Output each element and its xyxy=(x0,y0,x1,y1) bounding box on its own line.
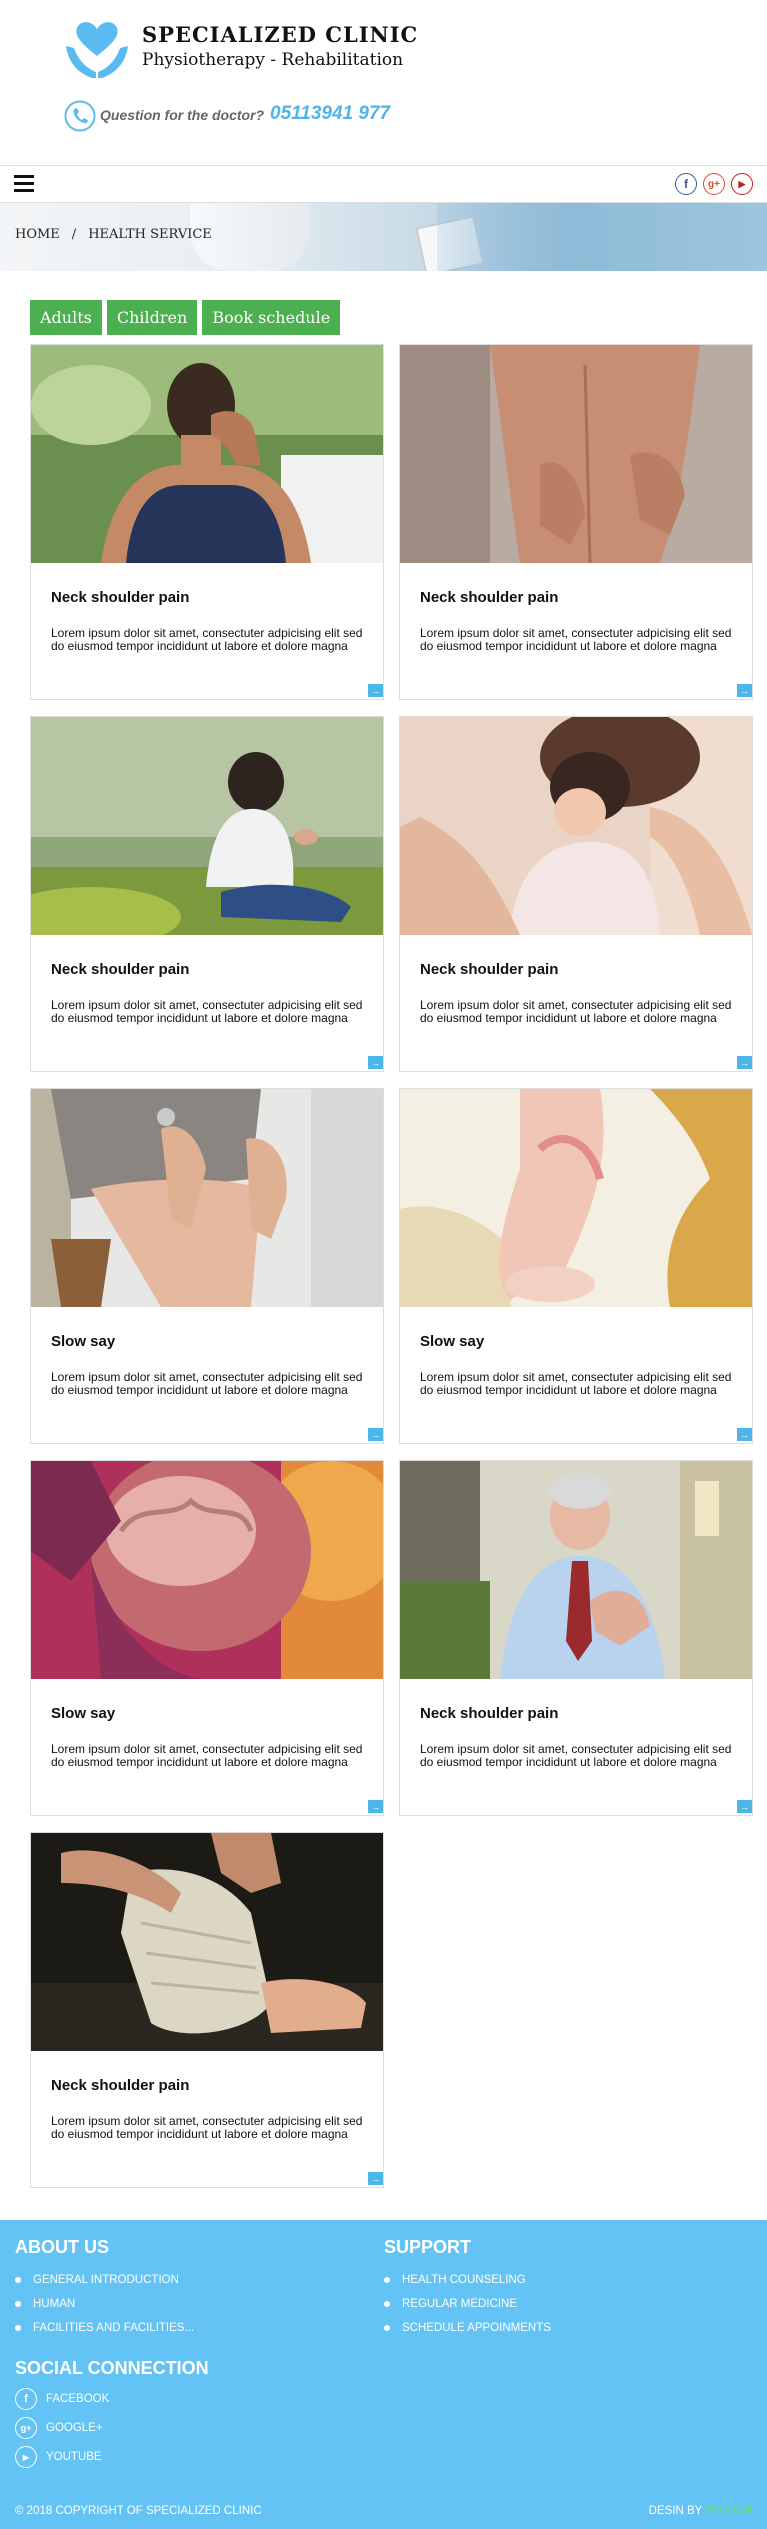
facebook-icon: f xyxy=(15,2388,37,2410)
designer-prefix: DESIN BY xyxy=(648,2505,703,2517)
phone-number[interactable]: 05113941 977 xyxy=(270,103,390,125)
footer-link[interactable]: GENERAL INTRODUCTION xyxy=(15,2272,194,2296)
service-card[interactable]: Neck shoulder pain Lorem ipsum dolor sit… xyxy=(399,716,753,1072)
designer-credit: DESIN BY DD.COM xyxy=(649,2505,752,2517)
footer-link[interactable]: REGULAR MEDICINE xyxy=(384,2296,551,2320)
card-text: Lorem ipsum dolor sit amet, consectuter … xyxy=(51,1370,363,1397)
card-title: Neck shoulder pain xyxy=(420,589,559,606)
about-links: GENERAL INTRODUCTION HUMAN FACILITIES AN… xyxy=(15,2272,194,2344)
facebook-icon[interactable]: f xyxy=(675,173,697,195)
heart-hands-icon[interactable] xyxy=(62,16,132,86)
site-header: SPECIALIZED CLINIC Physiotherapy - Rehab… xyxy=(0,0,767,165)
card-text: Lorem ipsum dolor sit amet, consectuter … xyxy=(51,1742,363,1769)
social-label: FACEBOOK xyxy=(46,2393,110,2405)
site-footer: ABOUT US GENERAL INTRODUCTION HUMAN FACI… xyxy=(0,2220,767,2529)
card-title: Neck shoulder pain xyxy=(51,2077,190,2094)
copyright-text: © 2018 COPYRIGHT OF SPECIALIZED CLINIC xyxy=(15,2505,262,2517)
question-text: Question for the doctor? xyxy=(100,107,265,123)
social-title: SOCIAL CONNECTION xyxy=(15,2358,209,2378)
header-social-links: f g+ ▶ xyxy=(675,173,753,195)
card-title: Neck shoulder pain xyxy=(420,961,559,978)
footer-link[interactable]: FACILITIES AND FACILITIES... xyxy=(15,2320,194,2344)
foot-high-heel-image xyxy=(400,1089,752,1307)
about-title: ABOUT US xyxy=(15,2237,109,2257)
brain-headache-image xyxy=(31,1461,383,1679)
card-text: Lorem ipsum dolor sit amet, consectuter … xyxy=(420,1370,732,1397)
card-text: Lorem ipsum dolor sit amet, consectuter … xyxy=(51,626,363,653)
breadcrumb-home[interactable]: HOME xyxy=(15,227,60,242)
social-label: GOOGLE+ xyxy=(46,2422,103,2434)
navbar: f g+ ▶ xyxy=(0,165,767,203)
tab-adults[interactable]: Adults xyxy=(30,300,102,335)
arrow-right-icon[interactable]: → xyxy=(368,684,383,697)
card-text: Lorem ipsum dolor sit amet, consectuter … xyxy=(51,998,363,1025)
phone-icon xyxy=(64,100,96,132)
footer-youtube-link[interactable]: ▶ YOUTUBE xyxy=(15,2446,102,2468)
footer-google-link[interactable]: g+ GOOGLE+ xyxy=(15,2417,103,2439)
card-title: Slow say xyxy=(420,1333,485,1350)
arrow-right-icon[interactable]: → xyxy=(368,1800,383,1813)
footer-link[interactable]: HEALTH COUNSELING xyxy=(384,2272,551,2296)
mother-hugging-child-image xyxy=(400,717,752,935)
card-text: Lorem ipsum dolor sit amet, consectuter … xyxy=(420,1742,732,1769)
arrow-right-icon[interactable]: → xyxy=(737,1800,752,1813)
service-card[interactable]: Neck shoulder pain Lorem ipsum dolor sit… xyxy=(399,344,753,700)
arrow-right-icon[interactable]: → xyxy=(368,2172,383,2185)
woman-neck-pain-image xyxy=(31,345,383,563)
brand-title[interactable]: SPECIALIZED CLINIC xyxy=(142,22,418,47)
card-text: Lorem ipsum dolor sit amet, consectuter … xyxy=(420,626,732,653)
arrow-right-icon[interactable]: → xyxy=(737,1428,752,1441)
breadcrumb-current: HEALTH SERVICE xyxy=(88,227,212,242)
arrow-right-icon[interactable]: → xyxy=(368,1428,383,1441)
service-card[interactable]: Slow say Lorem ipsum dolor sit amet, con… xyxy=(399,1088,753,1444)
card-title: Neck shoulder pain xyxy=(420,1705,559,1722)
youtube-icon[interactable]: ▶ xyxy=(731,173,753,195)
designer-brand[interactable]: DD.COM xyxy=(705,2505,752,2517)
brand-subtitle: Physiotherapy - Rehabilitation xyxy=(142,50,404,70)
arrow-right-icon[interactable]: → xyxy=(368,1056,383,1069)
card-title: Neck shoulder pain xyxy=(51,961,190,978)
card-title: Slow say xyxy=(51,1705,116,1722)
google-plus-icon[interactable]: g+ xyxy=(703,173,725,195)
support-title: SUPPORT xyxy=(384,2237,472,2257)
breadcrumb-separator: / xyxy=(71,227,77,242)
card-title: Neck shoulder pain xyxy=(51,589,190,606)
tab-children[interactable]: Children xyxy=(106,300,198,335)
footer-link[interactable]: SCHEDULE APPOINMENTS xyxy=(384,2320,551,2344)
service-tabs: Adults Children Book schedule xyxy=(30,300,341,335)
service-card[interactable]: Neck shoulder pain Lorem ipsum dolor sit… xyxy=(399,1460,753,1816)
breadcrumb: HOME / HEALTH SERVICE xyxy=(15,227,212,242)
bandaged-foot-image xyxy=(31,1833,383,2051)
support-links: HEALTH COUNSELING REGULAR MEDICINE SCHED… xyxy=(384,2272,551,2344)
card-text: Lorem ipsum dolor sit amet, consectuter … xyxy=(51,2114,363,2141)
service-card[interactable]: Slow say Lorem ipsum dolor sit amet, con… xyxy=(30,1460,384,1816)
service-card[interactable]: Neck shoulder pain Lorem ipsum dolor sit… xyxy=(30,716,384,1072)
service-card[interactable]: Neck shoulder pain Lorem ipsum dolor sit… xyxy=(30,1832,384,2188)
knee-pain-image xyxy=(31,1089,383,1307)
youtube-icon: ▶ xyxy=(15,2446,37,2468)
service-card[interactable]: Neck shoulder pain Lorem ipsum dolor sit… xyxy=(30,344,384,700)
google-plus-icon: g+ xyxy=(15,2417,37,2439)
footer-bottom-bar: © 2018 COPYRIGHT OF SPECIALIZED CLINIC D… xyxy=(0,2491,767,2529)
arrow-right-icon[interactable]: → xyxy=(737,684,752,697)
footer-link[interactable]: HUMAN xyxy=(15,2296,194,2320)
tab-book-schedule[interactable]: Book schedule xyxy=(202,300,341,335)
boy-sitting-grass-image xyxy=(31,717,383,935)
card-text: Lorem ipsum dolor sit amet, consectuter … xyxy=(420,998,732,1025)
social-label: YOUTUBE xyxy=(46,2451,102,2463)
hamburger-icon[interactable] xyxy=(14,175,34,192)
arrow-right-icon[interactable]: → xyxy=(737,1056,752,1069)
back-pain-image xyxy=(400,345,752,563)
footer-facebook-link[interactable]: f FACEBOOK xyxy=(15,2388,109,2410)
card-title: Slow say xyxy=(51,1333,116,1350)
service-card[interactable]: Slow say Lorem ipsum dolor sit amet, con… xyxy=(30,1088,384,1444)
man-chest-pain-image xyxy=(400,1461,752,1679)
